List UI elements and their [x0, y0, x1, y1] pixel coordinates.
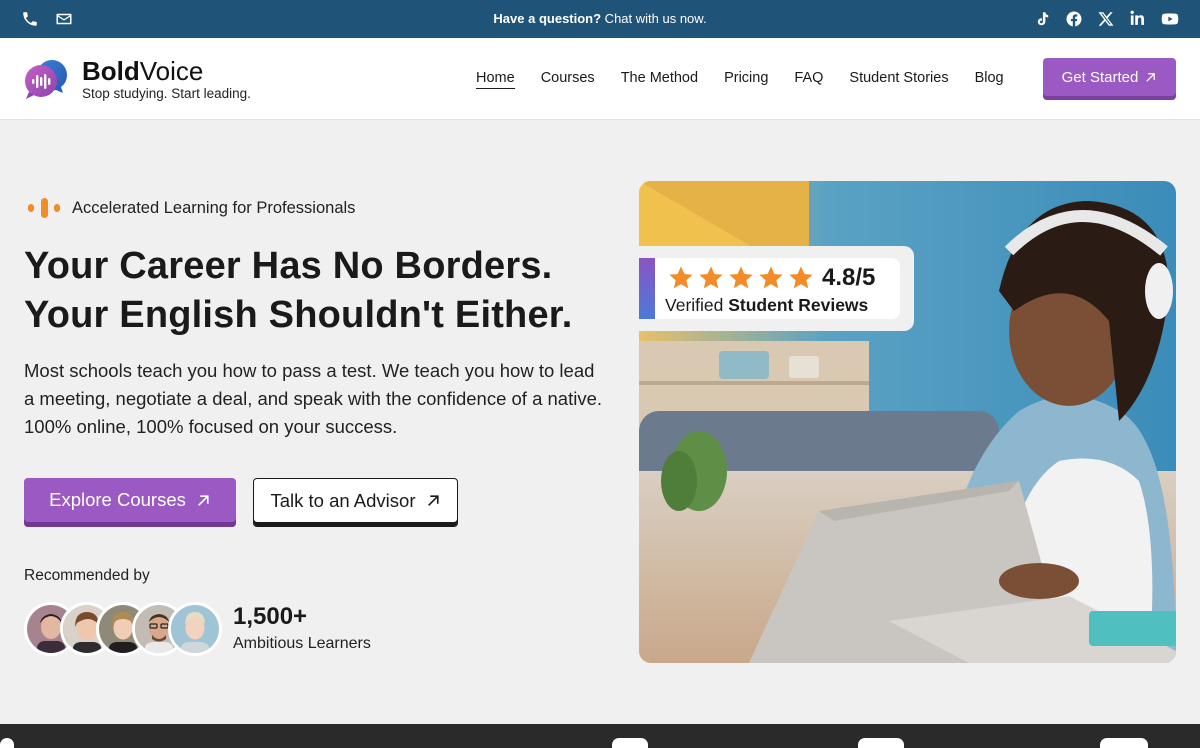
facebook-icon[interactable] — [1064, 9, 1084, 29]
brand-name: BoldVoice — [82, 57, 251, 85]
learner-count: 1,500+ — [233, 603, 308, 630]
nav-pricing[interactable]: Pricing — [724, 70, 768, 89]
contact-icons — [20, 9, 74, 29]
star-icon — [729, 266, 753, 289]
explore-courses-button[interactable]: Explore Courses — [24, 478, 236, 527]
eyebrow-text: Accelerated Learning for Professionals — [72, 198, 356, 217]
brand-text: BoldVoice Stop studying. Start leading. — [82, 57, 251, 101]
chat-prompt: Have a question? Chat with us now. — [0, 11, 1200, 26]
social-icons — [1032, 9, 1180, 29]
main-nav: Home Courses The Method Pricing FAQ Stud… — [476, 70, 1004, 89]
linkedin-icon[interactable] — [1128, 9, 1148, 29]
star-icon — [759, 266, 783, 289]
nav-courses[interactable]: Courses — [541, 70, 595, 89]
brand-name-bold: Bold — [82, 56, 140, 86]
sound-bars-icon — [28, 198, 62, 218]
arrow-up-right-icon — [197, 494, 209, 506]
recommended-label: Recommended by — [24, 567, 150, 584]
question-text: Have a question? — [493, 11, 602, 26]
get-started-label: Get Started — [1061, 68, 1139, 86]
mail-icon[interactable] — [54, 9, 74, 29]
logo-icon — [24, 56, 70, 102]
chat-text: Chat with us now. — [601, 11, 707, 26]
arrow-up-right-icon — [1146, 72, 1156, 82]
brand-logo[interactable]: BoldVoice Stop studying. Start leading. — [24, 56, 251, 102]
learner-avatars — [24, 602, 224, 656]
partner-logo — [0, 738, 14, 748]
tiktok-icon[interactable] — [1032, 9, 1052, 29]
brand-name-rest: Voice — [139, 56, 204, 86]
top-bar: Have a question? Chat with us now. — [0, 0, 1200, 38]
partner-logo — [612, 738, 648, 748]
talk-to-advisor-label: Talk to an Advisor — [270, 489, 416, 511]
get-started-button[interactable]: Get Started — [1043, 58, 1176, 100]
headline-line-1: Your Career Has No Borders. — [24, 245, 553, 287]
learner-count-label: Ambitious Learners — [233, 635, 371, 652]
review-label: Verified Student Reviews — [665, 295, 868, 316]
nav-blog[interactable]: Blog — [975, 70, 1004, 89]
partner-logo-strip — [0, 724, 1200, 748]
star-icon — [789, 266, 813, 289]
star-rating — [667, 264, 815, 292]
phone-icon[interactable] — [20, 9, 40, 29]
hero-eyebrow: Accelerated Learning for Professionals — [28, 198, 355, 218]
avatar — [168, 602, 222, 656]
nav-faq[interactable]: FAQ — [794, 70, 823, 89]
youtube-icon[interactable] — [1160, 9, 1180, 29]
review-label-prefix: Verified — [665, 295, 729, 315]
talk-to-advisor-button[interactable]: Talk to an Advisor — [253, 478, 458, 527]
headline-line-2: Your English Shouldn't Either. — [24, 294, 573, 336]
arrow-up-right-icon — [427, 495, 439, 506]
star-icon — [669, 266, 693, 289]
review-card-inner: 4.8/5 Verified Student Reviews — [639, 258, 900, 319]
hero-headline: Your Career Has No Borders. Your English… — [24, 242, 624, 340]
partner-logo — [858, 738, 904, 748]
hero-lead: Most schools teach you how to pass a tes… — [24, 360, 603, 437]
x-icon[interactable] — [1096, 9, 1116, 29]
rating-value: 4.8/5 — [822, 264, 876, 291]
nav-student-stories[interactable]: Student Stories — [849, 70, 948, 89]
star-icon — [699, 266, 723, 289]
partner-logo — [1100, 738, 1148, 748]
review-accent-bar — [639, 258, 655, 319]
nav-the-method[interactable]: The Method — [621, 70, 698, 89]
nav-home[interactable]: Home — [476, 70, 515, 89]
review-label-bold: Student Reviews — [728, 295, 869, 315]
explore-courses-label: Explore Courses — [49, 489, 186, 510]
chat-link[interactable]: Have a question? Chat with us now. — [493, 11, 706, 26]
site-header: BoldVoice Stop studying. Start leading. … — [0, 38, 1200, 120]
review-card: 4.8/5 Verified Student Reviews — [639, 246, 914, 331]
brand-tagline: Stop studying. Start leading. — [82, 86, 251, 101]
